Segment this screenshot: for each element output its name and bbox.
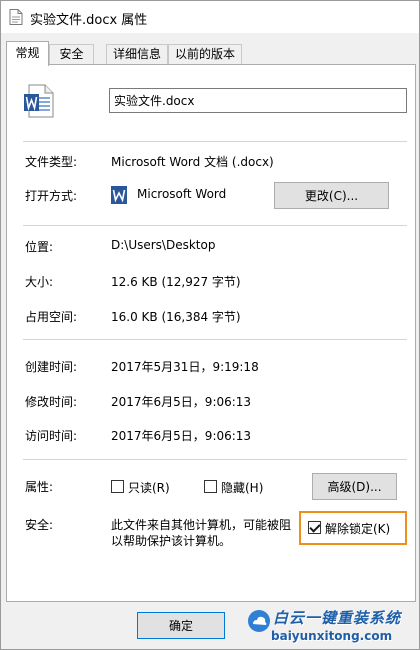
window-title: 实验文件.docx 属性 [30,13,148,28]
file-name-field[interactable] [109,88,407,113]
ok-button[interactable]: 确定 [137,612,225,639]
word-document-icon [24,84,54,118]
accessed-label: 访问时间: [25,429,78,443]
watermark-url: baiyunxitong.com [271,629,393,643]
properties-dialog: 实验文件.docx 属性 常规 安全 详细信息 以前的版本 文件类型: Micr… [0,0,420,650]
tab-details[interactable]: 详细信息 [106,44,168,65]
hidden-checkbox[interactable] [204,480,217,493]
divider [23,459,407,460]
size-on-disk-label: 占用空间: [25,310,78,324]
unblock-checkbox[interactable] [308,521,321,534]
change-button[interactable]: 更改(C)... [274,182,389,209]
word-app-icon [111,186,127,204]
attributes-label: 属性: [25,480,54,494]
modified-label: 修改时间: [25,395,78,409]
file-type-label: 文件类型: [25,155,78,169]
file-type-value: Microsoft Word 文档 (.docx) [111,155,274,169]
created-value: 2017年5月31日，9:19:18 [111,360,259,374]
created-label: 创建时间: [25,360,78,374]
modified-value: 2017年6月5日，9:06:13 [111,395,252,409]
title-bar[interactable]: 实验文件.docx 属性 [1,1,419,33]
size-on-disk-value: 16.0 KB (16,384 字节) [111,310,241,324]
size-label: 大小: [25,275,54,289]
advanced-button[interactable]: 高级(D)... [312,473,397,500]
divider [23,339,407,340]
divider [23,225,407,226]
security-message-line1: 此文件来自其他计算机，可能被阻 [111,518,292,532]
watermark-logo: 白云一键重装系统 baiyunxitong.com [241,605,419,649]
security-label: 安全: [25,518,54,532]
tab-strip: 常规 安全 详细信息 以前的版本 [6,41,416,66]
opens-with-value: Microsoft Word [137,187,227,201]
tab-general[interactable]: 常规 [6,41,49,66]
opens-with-label: 打开方式: [25,189,78,203]
document-icon [9,9,23,25]
unblock-label: 解除锁定(K) [325,522,391,536]
readonly-label: 只读(R) [128,481,170,495]
accessed-value: 2017年6月5日，9:06:13 [111,429,252,443]
cloud-logo-icon [248,610,270,632]
security-message-line2: 以帮助保护该计算机。 [111,534,232,548]
size-value: 12.6 KB (12,927 字节) [111,275,241,289]
location-value: D:\Users\Desktop [111,238,216,252]
tab-security[interactable]: 安全 [49,44,94,65]
location-label: 位置: [25,240,54,254]
hidden-label: 隐藏(H) [221,481,264,495]
readonly-checkbox[interactable] [111,480,124,493]
divider [23,141,407,142]
tab-previous-versions[interactable]: 以前的版本 [168,44,242,65]
watermark-title: 白云一键重装系统 [273,609,402,627]
